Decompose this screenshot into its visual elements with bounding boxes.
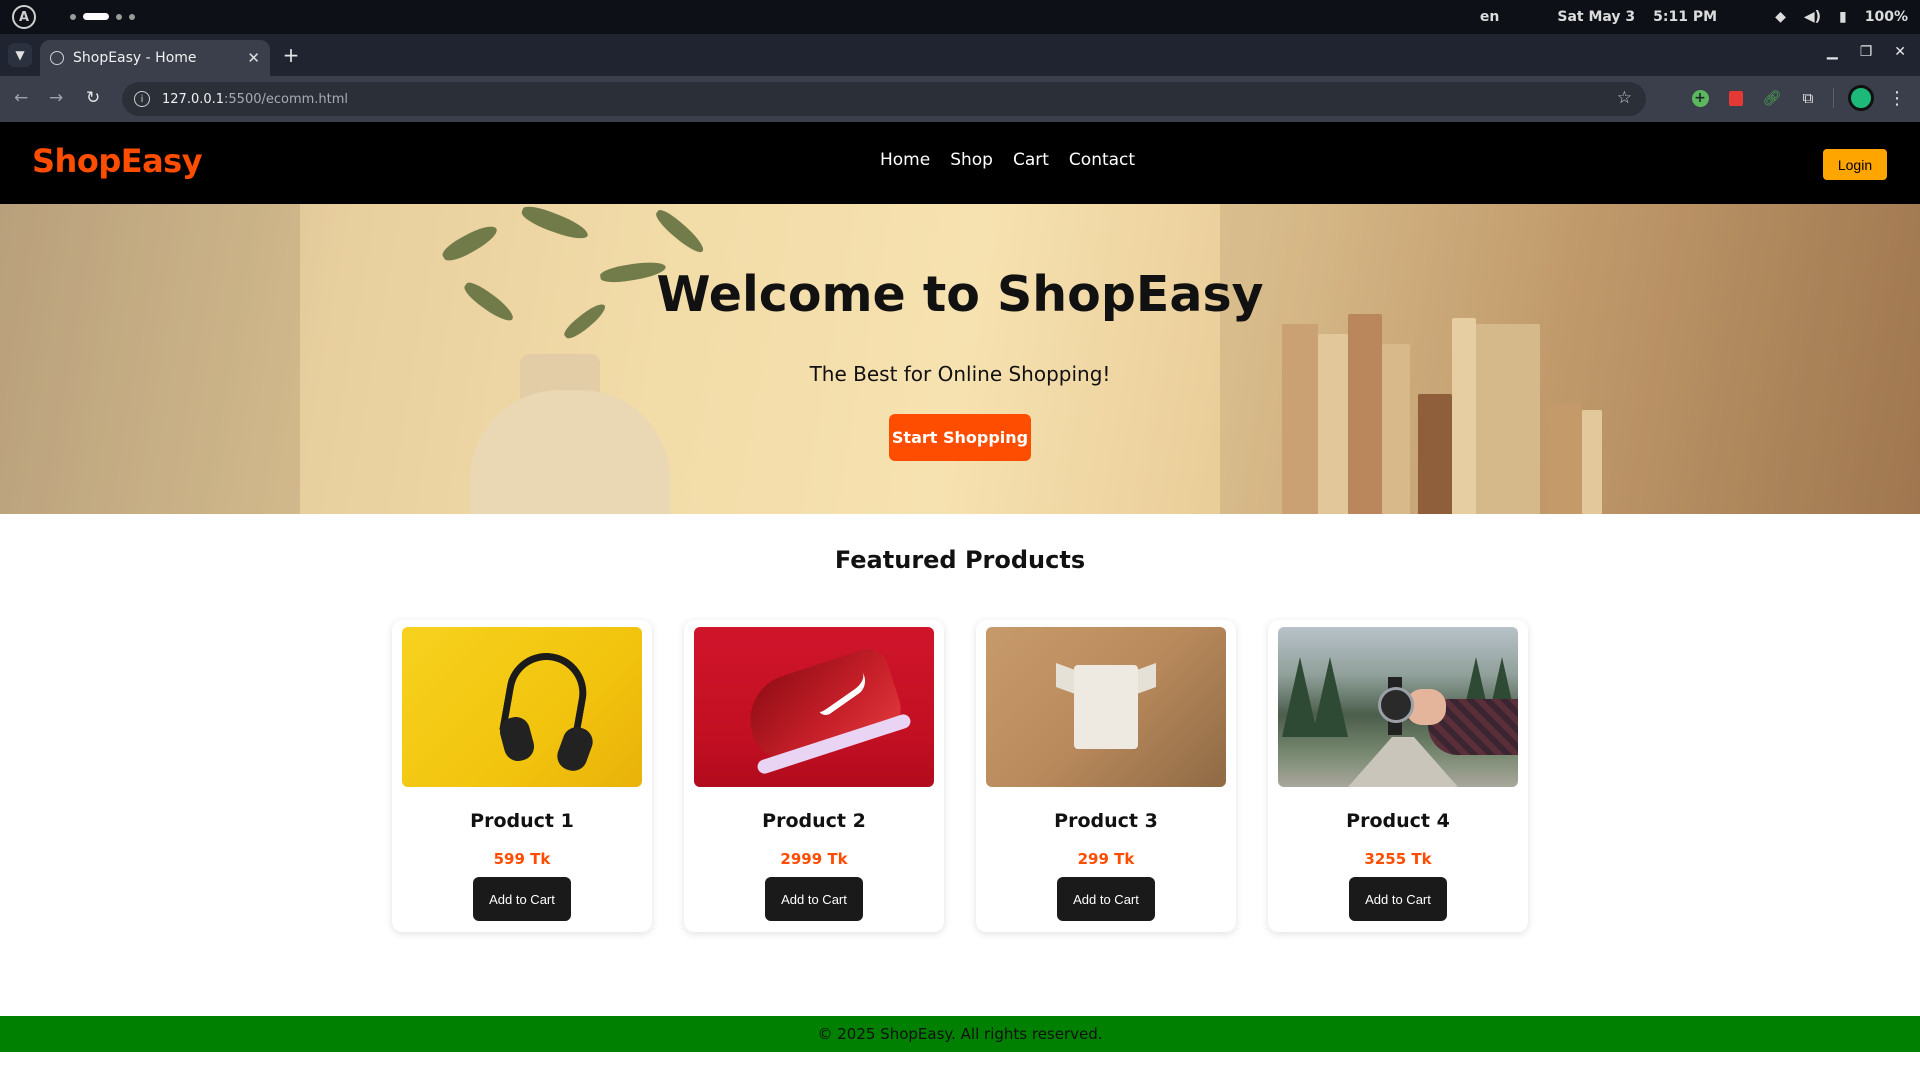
product-price: 599 Tk [493, 850, 551, 868]
book [1548, 404, 1582, 514]
product-name[interactable]: Product 3 [976, 810, 1236, 832]
workspace-dot[interactable] [129, 13, 135, 20]
product-card[interactable]: Product 4 3255 Tk Add to Cart [1268, 620, 1528, 932]
os-top-bar: A en Sat May 3 5:11 PM ◆ ◀) ▮ 100% [0, 0, 1920, 34]
language-indicator[interactable]: en [1480, 9, 1499, 25]
clock-time[interactable]: 5:11 PM [1653, 9, 1717, 25]
extensions-area: + 🔗︎ ⧉ ⋮ [1689, 85, 1906, 111]
login-button[interactable]: Login [1823, 149, 1887, 180]
product-name[interactable]: Product 4 [1268, 810, 1528, 832]
clock-date[interactable]: Sat May 3 [1557, 9, 1635, 25]
tab-search-button[interactable]: ▼ [8, 43, 32, 67]
extension-link-icon[interactable]: 🔗︎ [1761, 87, 1783, 109]
product-card[interactable]: Product 2 2999 Tk Add to Cart [684, 620, 944, 932]
hero-title: Welcome to ShopEasy [656, 266, 1264, 323]
back-icon[interactable]: ← [14, 88, 28, 108]
browser-tab-active[interactable]: ShopEasy - Home ✕ [40, 40, 270, 76]
watch-face [1378, 687, 1414, 723]
browser-tab-strip: ▼ ShopEasy - Home ✕ + ▁ ❐ ✕ [0, 34, 1920, 76]
browser-toolbar: ← → ↻ i 127.0.0.1:5500/ecomm.html ☆ + 🔗︎… [0, 76, 1920, 122]
product-price: 299 Tk [1077, 850, 1135, 868]
extension-calendar-icon[interactable] [1725, 87, 1747, 109]
battery-icon[interactable]: ▮ [1839, 9, 1847, 25]
vase [470, 390, 670, 514]
t-shirt [1074, 665, 1138, 749]
browser-menu-icon[interactable]: ⋮ [1888, 88, 1906, 109]
workspace-dot[interactable] [116, 13, 122, 20]
plant-leaf [519, 204, 591, 244]
nav-contact[interactable]: Contact [1069, 150, 1135, 170]
product-name[interactable]: Product 2 [684, 810, 944, 832]
minimize-icon[interactable]: ▁ [1827, 44, 1838, 60]
reload-icon[interactable]: ↻ [86, 88, 100, 108]
product-price: 3255 Tk [1364, 850, 1432, 868]
close-tab-icon[interactable]: ✕ [247, 49, 260, 67]
tree [1312, 657, 1348, 737]
restore-icon[interactable]: ❐ [1860, 44, 1873, 60]
extensions-puzzle-icon[interactable]: ⧉ [1797, 87, 1819, 109]
book [1452, 318, 1476, 514]
address-bar[interactable]: i 127.0.0.1:5500/ecomm.html ☆ [122, 82, 1646, 116]
url-path: :5500/ecomm.html [224, 91, 349, 107]
add-to-cart-button[interactable]: Add to Cart [1349, 877, 1447, 921]
bookmark-star-icon[interactable]: ☆ [1617, 88, 1632, 108]
wifi-icon[interactable]: ◆ [1775, 9, 1786, 25]
featured-products-title: Featured Products [834, 546, 1086, 574]
t-shirt-image[interactable] [986, 627, 1226, 787]
extension-add-icon[interactable]: + [1689, 87, 1711, 109]
main-nav: Home Shop Cart Contact [880, 150, 1135, 170]
add-to-cart-button[interactable]: Add to Cart [765, 877, 863, 921]
book [1282, 324, 1318, 514]
add-to-cart-button[interactable]: Add to Cart [1057, 877, 1155, 921]
plant-leaf [652, 206, 708, 257]
volume-icon[interactable]: ◀) [1804, 9, 1821, 25]
wristwatch-image[interactable] [1278, 627, 1518, 787]
hero-subtitle: The Best for Online Shopping! [809, 362, 1111, 386]
product-name[interactable]: Product 1 [392, 810, 652, 832]
brand-logo[interactable]: ShopEasy [32, 142, 203, 180]
new-tab-button[interactable]: + [280, 45, 302, 67]
workspace-dot[interactable] [70, 13, 76, 20]
tab-title: ShopEasy - Home [73, 50, 197, 66]
start-shopping-button[interactable]: Start Shopping [889, 414, 1031, 461]
headphones-image[interactable] [402, 627, 642, 787]
product-price: 2999 Tk [780, 850, 848, 868]
book [1318, 334, 1348, 514]
workspace-dot-active[interactable] [83, 13, 109, 20]
launcher-icon[interactable]: A [12, 5, 36, 29]
profile-avatar[interactable] [1848, 85, 1874, 111]
close-icon[interactable]: ✕ [1894, 44, 1906, 60]
system-tray: en Sat May 3 5:11 PM ◆ ◀) ▮ 100% [1480, 0, 1908, 34]
nav-cart[interactable]: Cart [1013, 150, 1049, 170]
book [1418, 394, 1452, 514]
site-footer: © 2025 ShopEasy. All rights reserved. [0, 1016, 1920, 1052]
add-to-cart-button[interactable]: Add to Cart [473, 877, 571, 921]
site-header: ShopEasy Home Shop Cart Contact Login [0, 122, 1920, 204]
battery-level: 100% [1864, 9, 1908, 25]
window-controls: ▁ ❐ ✕ [1827, 44, 1906, 60]
toolbar-divider [1833, 88, 1834, 108]
url-host: 127.0.0.1 [162, 91, 225, 107]
book [1582, 410, 1602, 514]
book [1348, 314, 1382, 514]
site-info-icon[interactable]: i [134, 91, 150, 107]
workspace-indicator[interactable] [70, 13, 135, 20]
chevron-down-icon: ▼ [15, 48, 25, 62]
forward-icon[interactable]: → [49, 88, 63, 108]
book [1476, 324, 1540, 514]
nav-shop[interactable]: Shop [950, 150, 993, 170]
globe-icon [50, 51, 64, 65]
product-card[interactable]: Product 3 299 Tk Add to Cart [976, 620, 1236, 932]
product-card[interactable]: Product 1 599 Tk Add to Cart [392, 620, 652, 932]
hero-banner: Welcome to ShopEasy The Best for Online … [0, 204, 1920, 514]
hero-wall-shadow [0, 204, 300, 514]
nav-home[interactable]: Home [880, 150, 930, 170]
product-grid: Product 1 599 Tk Add to Cart Product 2 2… [392, 620, 1528, 932]
plant-leaf [439, 220, 501, 266]
sneaker-image[interactable] [694, 627, 934, 787]
